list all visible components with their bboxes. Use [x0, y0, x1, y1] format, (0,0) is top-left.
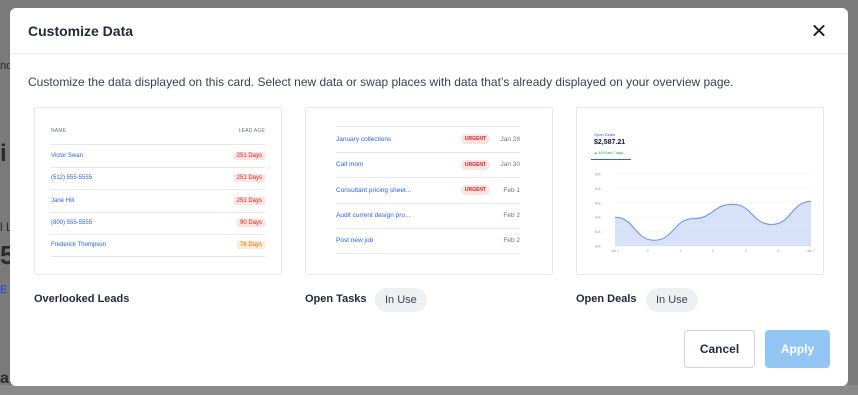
lead-name: (512) 555-5555 [51, 175, 93, 182]
task-date: Jan 30 [500, 161, 520, 169]
lead-name: Jane Hill [51, 197, 75, 204]
open-deals-chart: $5k $4k $3k $2k $1k $0k Jan 1 2 3 4 5 6 Jan 7 [595, 173, 815, 254]
x-tick-label: 6 [777, 249, 779, 253]
x-tick-label: 2 [647, 249, 649, 253]
deal-box-label: Open Deals [594, 132, 616, 137]
lead-row: (512) 555-5555 251 Days [51, 166, 265, 190]
lead-age-badge: 251 Days [233, 151, 265, 160]
task-row: Post new job Feb 2 [336, 228, 520, 254]
open-deals-card[interactable]: Open Deals $2,587.21 ▲ 40% last 7 days $… [576, 107, 824, 275]
deal-summary-box: Open Deals $2,587.21 ▲ 40% last 7 days [591, 128, 631, 160]
task-row: January collections URGENT Jan 28 [336, 126, 520, 152]
lead-age-badge: 251 Days [233, 174, 265, 183]
lead-row: Frederick Thompson 76 Days [51, 234, 265, 257]
leads-table-header: NAME LEAD AGE [51, 128, 265, 134]
bg-fragment: E [0, 284, 8, 296]
task-row: Consultant pricing sheet... URGENT Feb 1 [336, 177, 520, 203]
task-name: Audit current design pro... [336, 212, 411, 220]
task-row: Audit current design pro... Feb 2 [336, 202, 520, 229]
urgent-badge: URGENT [460, 134, 490, 145]
task-date: Jan 28 [500, 135, 520, 143]
task-row: Call mom URGENT Jan 30 [336, 151, 520, 178]
task-name: Call mom [336, 161, 364, 169]
lead-name: Victor Swan [51, 152, 83, 159]
leads-col-age: LEAD AGE [238, 128, 265, 134]
modal-title: Customize Data [28, 22, 134, 39]
urgent-badge: URGENT [460, 185, 490, 196]
chart-area-fill [615, 201, 811, 246]
deal-box-delta: ▲ 40% last 7 days [594, 151, 624, 155]
leads-col-name: NAME [51, 128, 67, 134]
bg-bottom-bar [0, 385, 858, 395]
modal-header: Customize Data [10, 8, 848, 54]
lead-name: (800) 555-5555 [51, 220, 93, 227]
y-tick-label: $5k [595, 173, 601, 177]
open-deals-label: Open Deals [576, 293, 637, 305]
task-date: Feb 2 [503, 237, 520, 245]
x-tick-label: 5 [745, 249, 747, 253]
overlooked-leads-card[interactable]: NAME LEAD AGE Victor Swan 251 Days (512)… [34, 107, 282, 275]
in-use-badge: In Use [375, 288, 427, 312]
apply-button[interactable]: Apply [765, 330, 830, 368]
x-tick-label: Jan 1 [611, 249, 620, 253]
cancel-button[interactable]: Cancel [684, 330, 755, 368]
lead-name: Frederick Thompson [51, 242, 106, 249]
task-date: Feb 2 [503, 212, 520, 220]
y-tick-label: $2k [595, 216, 601, 220]
deal-box-underline [591, 159, 631, 160]
x-tick-label: Jan 7 [807, 249, 815, 253]
lead-age-badge: 90 Days [236, 219, 265, 228]
open-tasks-label: Open Tasks [305, 293, 367, 305]
task-name: Consultant pricing sheet... [336, 186, 412, 194]
chart-x-ticks: Jan 1 2 3 4 5 6 Jan 7 [611, 249, 815, 253]
close-icon[interactable] [808, 20, 830, 42]
lead-age-badge: 251 Days [233, 196, 265, 205]
task-name: Post new job [336, 237, 374, 245]
bg-fragment: i [0, 140, 7, 167]
chart-y-ticks: $5k $4k $3k $2k $1k $0k [595, 173, 601, 249]
task-date: Feb 1 [503, 186, 520, 194]
modal-description: Customize the data displayed on this car… [28, 75, 734, 89]
x-tick-label: 3 [679, 249, 681, 253]
y-tick-label: $3k [595, 201, 601, 205]
y-tick-label: $4k [595, 187, 601, 191]
x-tick-label: 4 [712, 249, 714, 253]
urgent-badge: URGENT [460, 159, 490, 170]
y-tick-label: $0k [595, 245, 601, 249]
lead-row: Jane Hill 251 Days [51, 189, 265, 212]
customize-data-modal: Customize Data Customize the data displa… [10, 8, 848, 386]
overlooked-leads-label: Overlooked Leads [34, 293, 130, 305]
lead-age-badge: 76 Days [236, 241, 265, 250]
y-tick-label: $1k [595, 230, 601, 234]
deal-box-value: $2,587.21 [594, 139, 626, 146]
lead-row: (800) 555-5555 90 Days [51, 211, 265, 235]
lead-row: Victor Swan 251 Days [51, 144, 265, 167]
task-name: January collections [336, 135, 392, 143]
in-use-badge: In Use [646, 288, 698, 312]
open-tasks-card[interactable]: January collections URGENT Jan 28 Call m… [305, 107, 553, 275]
